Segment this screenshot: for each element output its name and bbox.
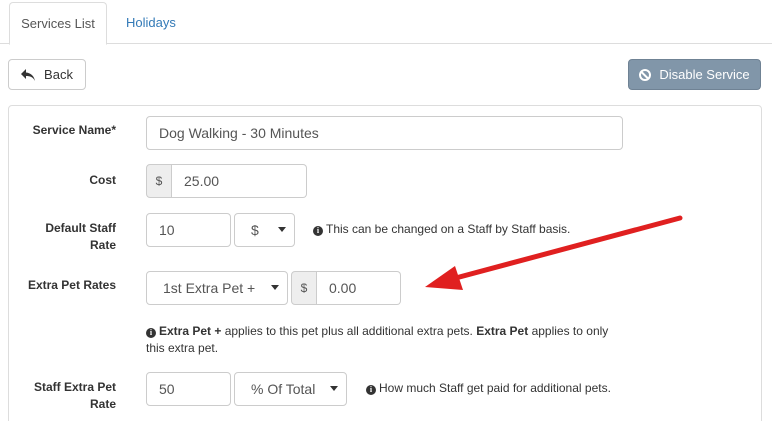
chevron-down-icon bbox=[278, 227, 286, 232]
staff-extra-pet-rate-hint: i How much Staff get paid for additional … bbox=[366, 380, 611, 397]
service-name-label: Service Name* bbox=[32, 123, 116, 137]
back-button[interactable]: Back bbox=[8, 59, 86, 90]
staff-extra-pet-rate-input[interactable]: 50 bbox=[146, 372, 231, 406]
disable-service-button[interactable]: Disable Service bbox=[628, 59, 761, 90]
disable-service-label: Disable Service bbox=[659, 67, 750, 82]
service-form-panel bbox=[8, 105, 762, 421]
default-staff-rate-label-line2: Rate bbox=[89, 238, 116, 252]
info-icon: i bbox=[313, 226, 323, 236]
staff-extra-pet-rate-hint-text: How much Staff get paid for additional p… bbox=[379, 381, 611, 395]
extra-pet-hint: i Extra Pet + applies to this pet plus al… bbox=[146, 323, 626, 357]
tab-services-list[interactable]: Services List bbox=[9, 2, 107, 45]
chevron-down-icon bbox=[271, 285, 279, 290]
cost-label: Cost bbox=[89, 173, 116, 187]
staff-extra-pet-rate-unit-value: % Of Total bbox=[251, 381, 316, 397]
extra-pet-type-value: 1st Extra Pet + bbox=[163, 280, 256, 296]
extra-pet-type-select[interactable]: 1st Extra Pet + bbox=[146, 271, 288, 305]
staff-extra-pet-rate-label: Staff Extra Pet Rate bbox=[20, 379, 116, 413]
cost-currency-addon: $ bbox=[146, 164, 172, 198]
staff-extra-pet-rate-label-line2: Rate bbox=[89, 397, 116, 411]
service-name-input[interactable]: Dog Walking - 30 Minutes bbox=[146, 116, 623, 150]
tab-holidays[interactable]: Holidays bbox=[111, 2, 191, 45]
ban-icon bbox=[639, 68, 652, 81]
default-staff-rate-input[interactable]: 10 bbox=[146, 213, 231, 247]
extra-pet-hint-line1: i Extra Pet + applies to this pet plus al… bbox=[146, 323, 626, 340]
default-staff-rate-unit-value: $ bbox=[251, 222, 259, 238]
staff-extra-pet-rate-unit-select[interactable]: % Of Total bbox=[234, 372, 347, 406]
tab-bar: Services List Holidays bbox=[0, 0, 772, 45]
extra-pet-hint-text2: applies to only bbox=[528, 324, 609, 338]
extra-pet-rates-label: Extra Pet Rates bbox=[27, 278, 116, 292]
reply-icon bbox=[21, 68, 36, 81]
extra-pet-hint-text1: applies to this pet plus all additional … bbox=[221, 324, 477, 338]
cost-input[interactable]: 25.00 bbox=[172, 164, 307, 198]
staff-extra-pet-rate-label-line1: Staff Extra Pet bbox=[33, 380, 116, 394]
info-icon: i bbox=[366, 385, 376, 395]
extra-pet-term: Extra Pet bbox=[476, 324, 529, 338]
chevron-down-icon bbox=[330, 386, 338, 391]
extra-pet-rate-input[interactable]: 0.00 bbox=[317, 271, 401, 305]
default-staff-rate-label: Default Staff Rate bbox=[20, 220, 116, 254]
default-staff-rate-label-line1: Default Staff bbox=[45, 221, 116, 235]
extra-pet-hint-line2: this extra pet. bbox=[146, 341, 219, 355]
extra-pet-currency-addon: $ bbox=[291, 271, 317, 305]
extra-pet-plus-term: Extra Pet + bbox=[159, 324, 222, 338]
info-icon: i bbox=[146, 328, 156, 338]
default-staff-rate-hint: i This can be changed on a Staff by Staff… bbox=[313, 221, 570, 238]
default-staff-rate-hint-text: This can be changed on a Staff by Staff … bbox=[326, 222, 571, 236]
back-button-label: Back bbox=[44, 67, 73, 82]
default-staff-rate-unit-select[interactable]: $ bbox=[234, 213, 295, 247]
